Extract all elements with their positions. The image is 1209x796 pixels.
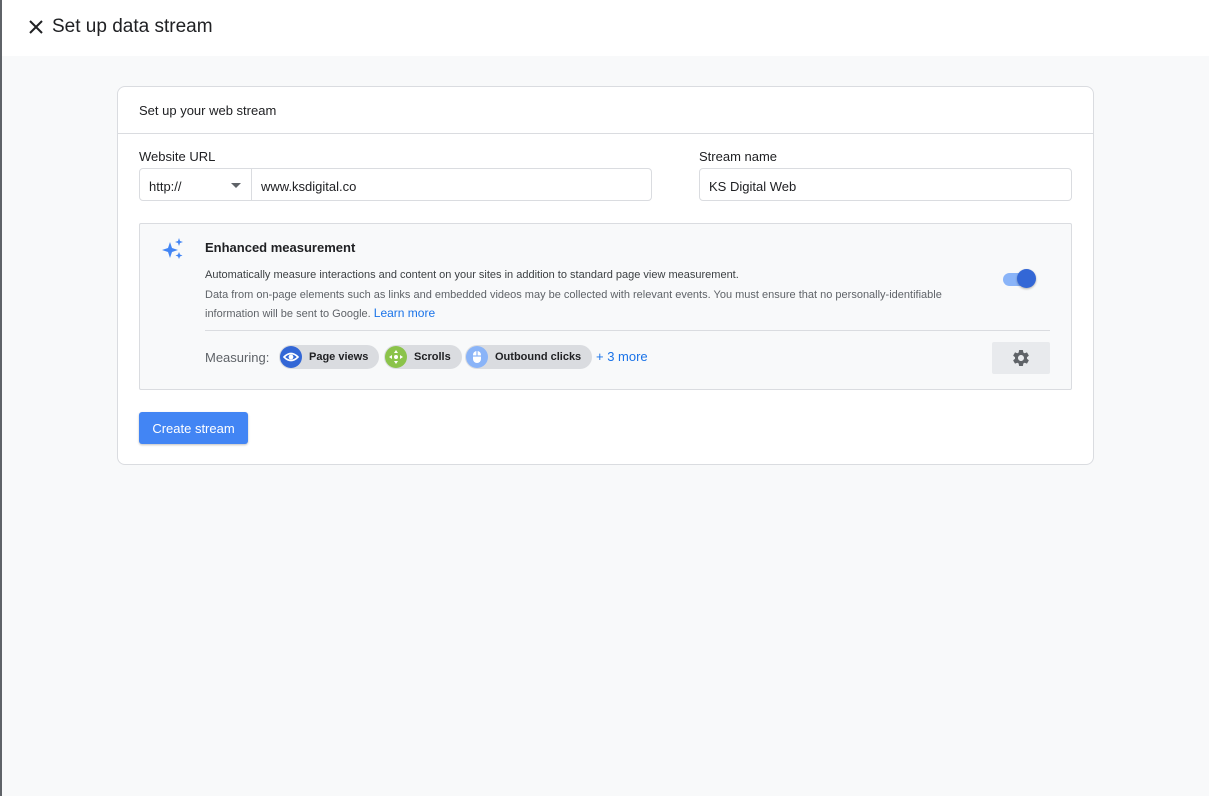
more-measurements-link[interactable]: + 3 more [596, 349, 648, 364]
enhanced-measurement-description: Automatically measure interactions and c… [205, 269, 739, 281]
settings-button[interactable] [992, 342, 1050, 374]
enhanced-measurement-disclaimer: Data from on-page elements such as links… [205, 286, 975, 323]
create-stream-button[interactable]: Create stream [139, 412, 248, 444]
card-title: Set up your web stream [139, 103, 277, 118]
chevron-down-icon [231, 183, 241, 188]
toggle-knob [1017, 269, 1036, 288]
disclaimer-text: Data from on-page elements such as links… [205, 289, 942, 320]
protocol-select[interactable]: http:// [139, 168, 252, 201]
divider [205, 330, 1050, 331]
web-stream-card: Set up your web stream Website URL http:… [117, 86, 1094, 465]
website-url-input[interactable]: www.ksdigital.co [251, 168, 652, 201]
chip-page-views[interactable]: Page views [279, 345, 380, 369]
enhanced-measurement-title: Enhanced measurement [205, 240, 356, 255]
close-icon[interactable] [24, 15, 48, 39]
stream-name-input[interactable]: KS Digital Web [699, 168, 1072, 201]
window-edge [0, 0, 2, 796]
eye-icon [280, 346, 302, 368]
stream-name-label: Stream name [699, 149, 778, 164]
website-url-label: Website URL [139, 149, 216, 164]
enhanced-measurement-panel: Enhanced measurement Automatically measu… [139, 223, 1072, 390]
card-header: Set up your web stream [118, 87, 1093, 134]
learn-more-link[interactable]: Learn more [374, 306, 435, 320]
page-title: Set up data stream [52, 16, 213, 37]
chip-label: Outbound clicks [495, 351, 582, 363]
top-bar: Set up data stream [2, 0, 1209, 56]
chip-outbound-clicks[interactable]: Outbound clicks [465, 345, 593, 369]
chip-scrolls[interactable]: Scrolls [384, 345, 462, 369]
protocol-value: http:// [149, 179, 182, 194]
sparkle-icon [160, 236, 186, 262]
scroll-icon [385, 346, 407, 368]
chip-label: Page views [309, 351, 369, 363]
enhanced-measurement-toggle[interactable] [1002, 269, 1036, 289]
measuring-label: Measuring: [205, 350, 270, 365]
gear-icon [1013, 350, 1029, 366]
mouse-icon [466, 346, 488, 368]
chip-label: Scrolls [414, 351, 451, 363]
